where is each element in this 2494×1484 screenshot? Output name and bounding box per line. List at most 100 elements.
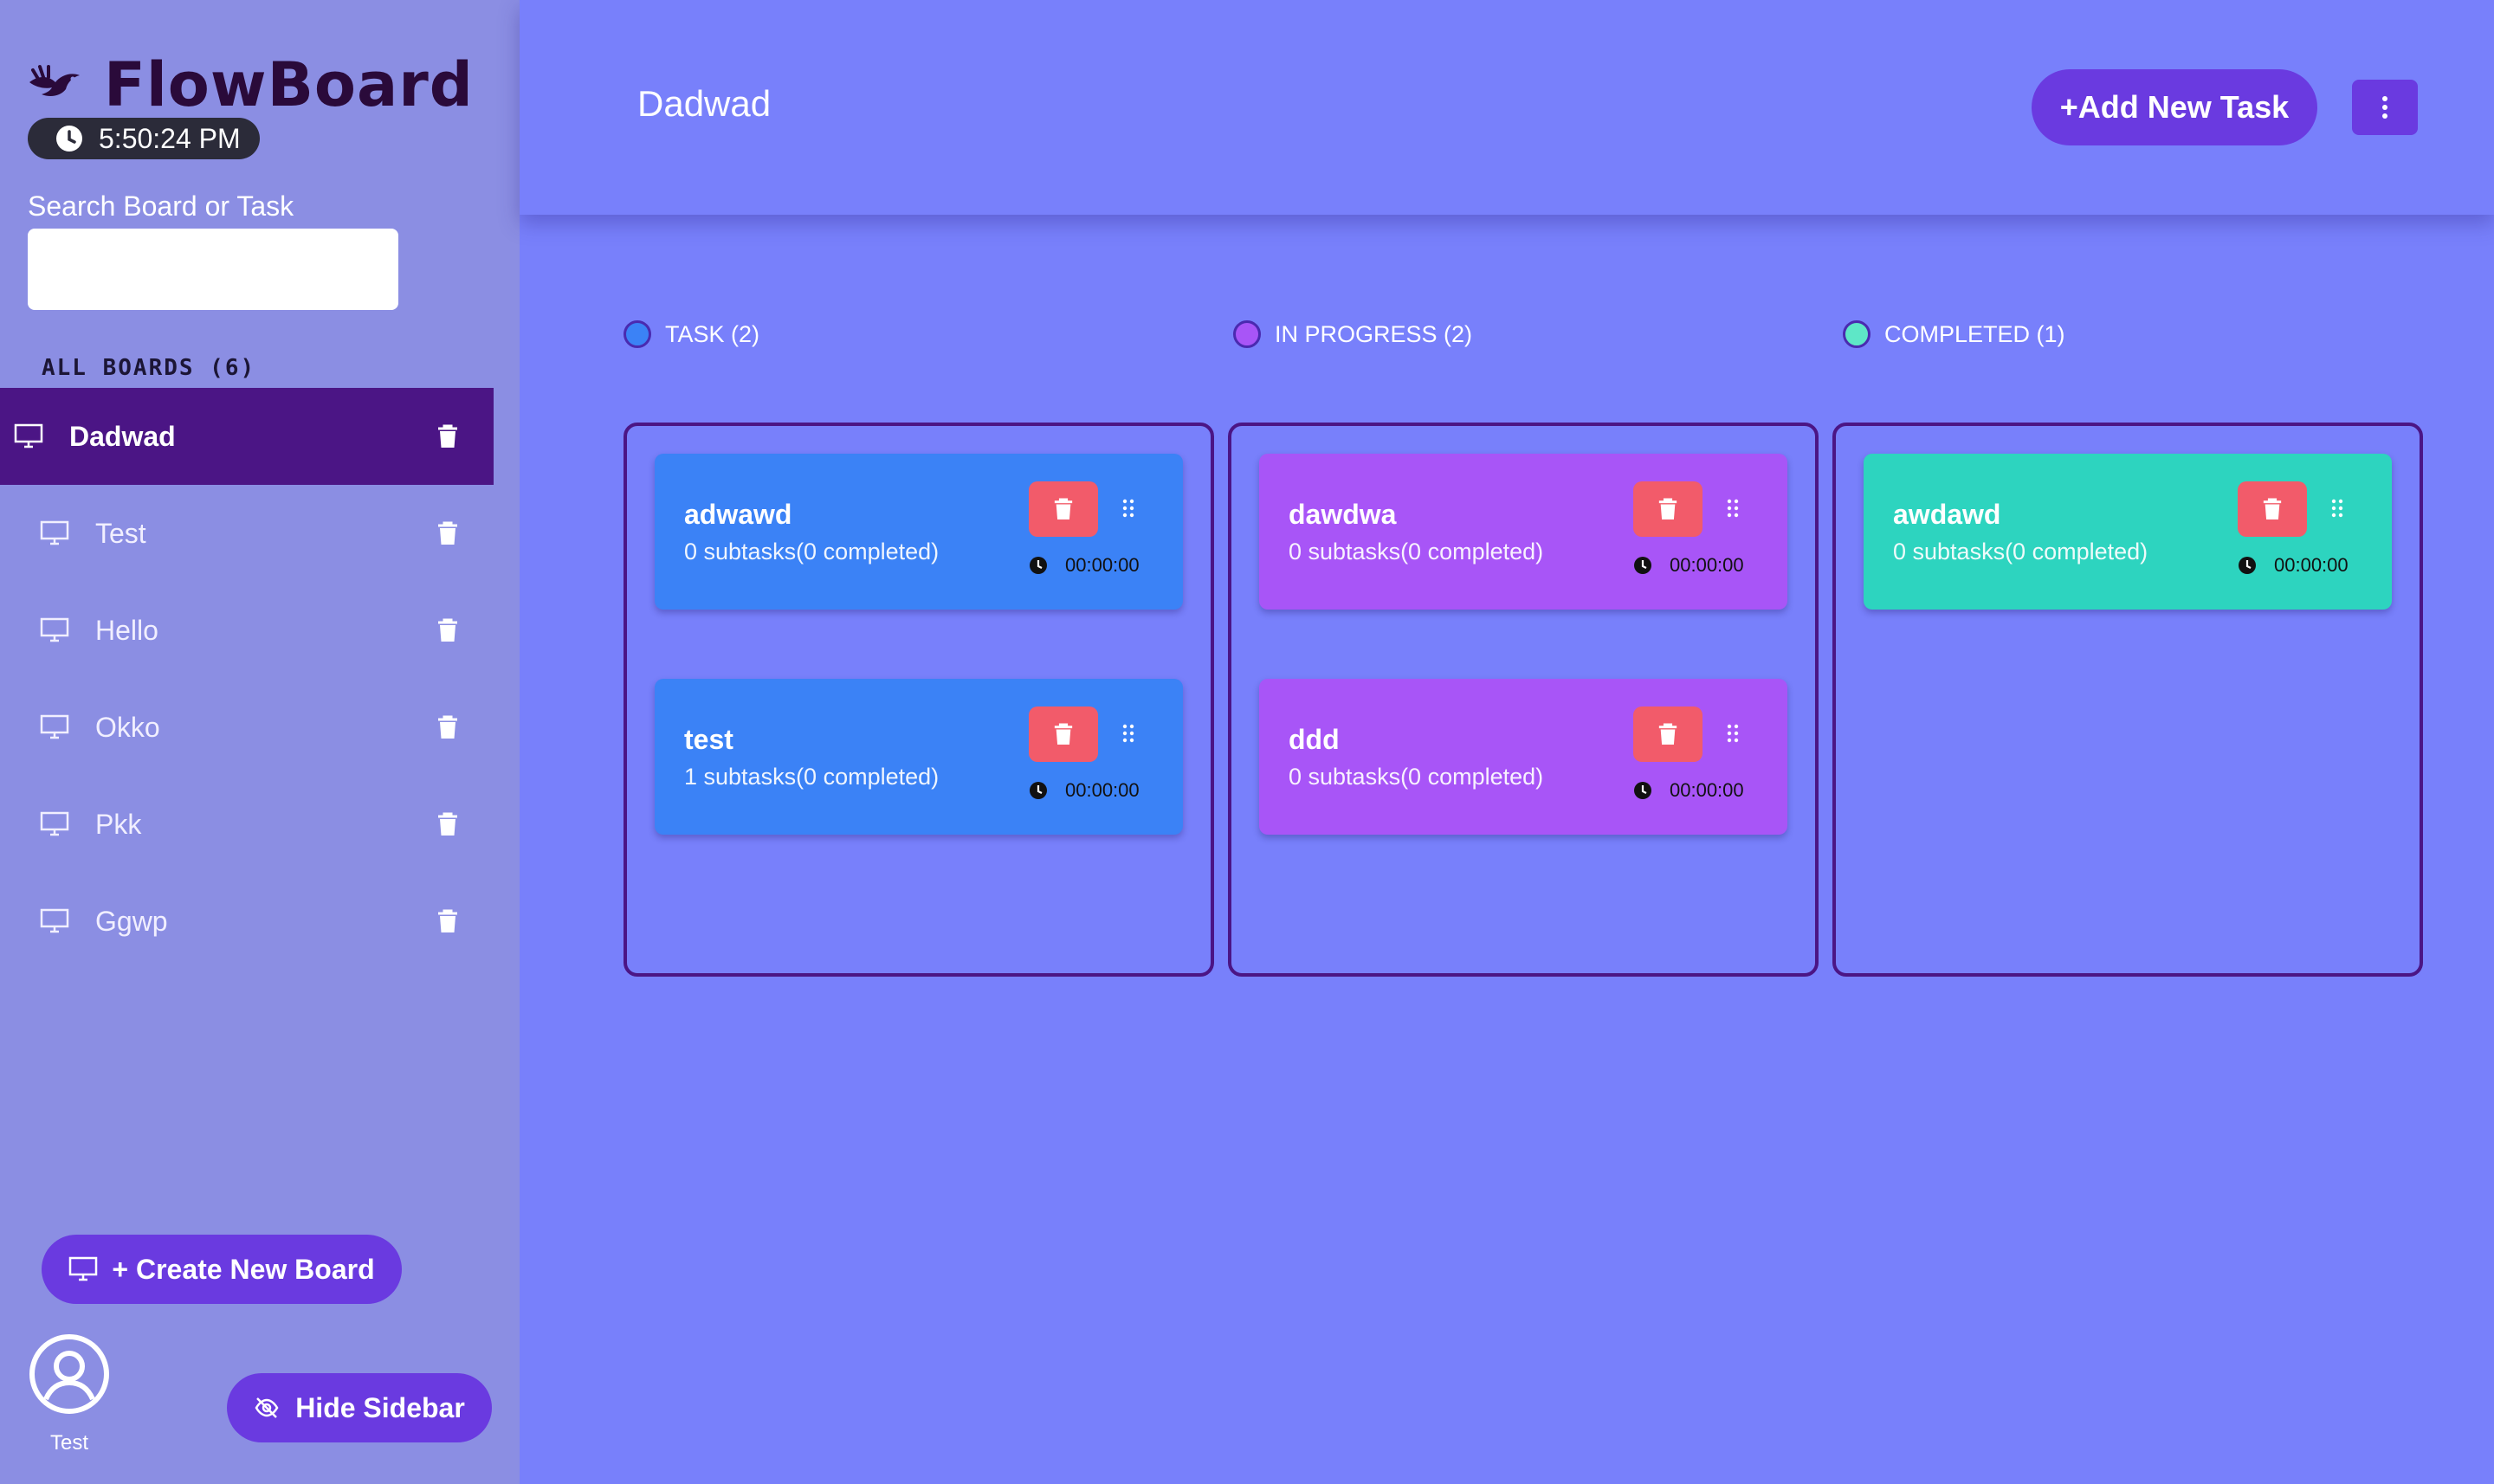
board-label: Test: [95, 517, 146, 549]
top-bar: Dadwad +Add New Task: [520, 0, 2494, 215]
bird-logo-icon: [29, 65, 80, 96]
delete-task-button[interactable]: [2238, 481, 2307, 537]
board-list: Dadwad Test Hello Okko Pkk Ggwp: [0, 388, 494, 970]
clock-icon: [1634, 782, 1651, 799]
sidebar: FlowBoard 5:50:24 PM Search Board or Tas…: [0, 0, 520, 1484]
timer-value: 00:00:00: [2274, 554, 2349, 576]
clock-badge: 5:50:24 PM: [28, 118, 260, 159]
clock-icon: [1634, 557, 1651, 574]
sidebar-item-test[interactable]: Test: [0, 485, 494, 582]
trash-icon: [2263, 498, 2282, 519]
trash-icon[interactable]: [436, 811, 459, 837]
create-board-button[interactable]: + Create New Board: [42, 1235, 402, 1304]
main-area: Dadwad +Add New Task TASK (2) IN PROGRES…: [520, 0, 2494, 1484]
clock-icon: [2239, 557, 2256, 574]
user-profile[interactable]: Test: [28, 1333, 111, 1455]
task-subtasks: 0 subtasks(0 completed): [1893, 539, 2148, 565]
grip-icon[interactable]: [1122, 499, 1134, 518]
status-dot: [624, 320, 651, 348]
monitor-icon: [40, 714, 69, 739]
monitor-icon: [40, 908, 69, 933]
user-name: Test: [49, 1431, 88, 1455]
trash-icon: [1054, 723, 1073, 745]
timer-value: 00:00:00: [1670, 554, 1744, 576]
board-label: Okko: [95, 711, 160, 743]
sidebar-item-hello[interactable]: Hello: [0, 582, 494, 679]
task-title: awdawd: [1893, 499, 2001, 530]
column-header-in-progress: IN PROGRESS (2): [1233, 320, 1472, 348]
status-dot: [1233, 320, 1261, 348]
timer-value: 00:00:00: [1670, 779, 1744, 801]
task-subtasks: 0 subtasks(0 completed): [684, 539, 940, 565]
delete-task-button[interactable]: [1029, 481, 1098, 537]
boards-heading: ALL BOARDS (6): [42, 355, 256, 381]
board-label: Ggwp: [95, 905, 168, 937]
timer-value: 00:00:00: [1065, 779, 1140, 801]
search-label: Search Board or Task: [28, 190, 294, 222]
sidebar-item-ggwp[interactable]: Ggwp: [0, 873, 494, 970]
sidebar-item-pkk[interactable]: Pkk: [0, 776, 494, 873]
monitor-icon: [40, 520, 69, 545]
trash-icon: [1658, 723, 1677, 745]
column-label: COMPLETED (1): [1884, 320, 2065, 347]
hide-sidebar-button[interactable]: Hide Sidebar: [227, 1373, 492, 1442]
grip-icon[interactable]: [1727, 724, 1739, 743]
trash-icon[interactable]: [436, 617, 459, 643]
column-task[interactable]: adwawd 0 subtasks(0 completed) 00:00:00 …: [624, 423, 1214, 977]
status-dot: [1843, 320, 1870, 348]
clock-icon: [1030, 782, 1047, 799]
app-title: FlowBoard: [104, 49, 474, 120]
column-in-progress[interactable]: dawdwa 0 subtasks(0 completed) 00:00:00 …: [1228, 423, 1819, 977]
task-title: test: [684, 724, 733, 755]
grip-icon[interactable]: [1727, 499, 1739, 518]
delete-task-button[interactable]: [1029, 707, 1098, 762]
column-header-task: TASK (2): [624, 320, 759, 348]
board-label: Hello: [95, 614, 158, 646]
grip-icon[interactable]: [1122, 724, 1134, 743]
eye-slash-icon: [255, 1397, 279, 1418]
task-timer: 00:00:00: [1029, 554, 1140, 577]
column-label: TASK (2): [665, 320, 760, 347]
task-card[interactable]: adwawd 0 subtasks(0 completed) 00:00:00: [655, 454, 1183, 610]
user-circle-icon: [29, 1334, 109, 1414]
task-subtasks: 1 subtasks(0 completed): [684, 764, 940, 790]
task-timer: 00:00:00: [1633, 779, 1744, 802]
search-input[interactable]: [28, 229, 398, 310]
trash-icon: [1054, 498, 1073, 519]
board-menu-button[interactable]: [2352, 80, 2418, 135]
board-label: Dadwad: [69, 420, 176, 452]
add-task-button[interactable]: +Add New Task: [2032, 69, 2317, 145]
sidebar-item-okko[interactable]: Okko: [0, 679, 494, 776]
delete-task-button[interactable]: [1633, 481, 1703, 537]
trash-icon[interactable]: [436, 908, 459, 934]
app-root: FlowBoard 5:50:24 PM Search Board or Tas…: [0, 0, 2494, 1484]
timer-value: 00:00:00: [1065, 554, 1140, 576]
task-card[interactable]: ddd 0 subtasks(0 completed) 00:00:00: [1259, 679, 1787, 835]
grip-icon[interactable]: [2331, 499, 2343, 518]
task-card[interactable]: awdawd 0 subtasks(0 completed) 00:00:00: [1864, 454, 2392, 610]
task-timer: 00:00:00: [2238, 554, 2349, 577]
clock-icon: [56, 126, 82, 152]
task-title: dawdwa: [1289, 499, 1397, 530]
trash-icon[interactable]: [436, 520, 459, 546]
page-title: Dadwad: [637, 83, 772, 124]
monitor-icon: [14, 423, 43, 448]
kebab-menu-icon: [2382, 96, 2387, 119]
sidebar-item-dadwad[interactable]: Dadwad: [0, 388, 494, 485]
column-completed[interactable]: awdawd 0 subtasks(0 completed) 00:00:00: [1832, 423, 2423, 977]
task-title: ddd: [1289, 724, 1340, 755]
task-timer: 00:00:00: [1633, 554, 1744, 577]
monitor-icon: [69, 1256, 98, 1281]
task-card[interactable]: dawdwa 0 subtasks(0 completed) 00:00:00: [1259, 454, 1787, 610]
task-subtasks: 0 subtasks(0 completed): [1289, 764, 1544, 790]
trash-icon[interactable]: [436, 714, 459, 740]
task-card[interactable]: test 1 subtasks(0 completed) 00:00:00: [655, 679, 1183, 835]
task-subtasks: 0 subtasks(0 completed): [1289, 539, 1544, 565]
trash-icon[interactable]: [436, 423, 459, 449]
clock-time: 5:50:24 PM: [99, 122, 241, 154]
delete-task-button[interactable]: [1633, 707, 1703, 762]
task-title: adwawd: [684, 499, 792, 530]
task-timer: 00:00:00: [1029, 779, 1140, 802]
create-board-label: + Create New Board: [112, 1253, 375, 1285]
hide-sidebar-label: Hide Sidebar: [295, 1391, 465, 1423]
